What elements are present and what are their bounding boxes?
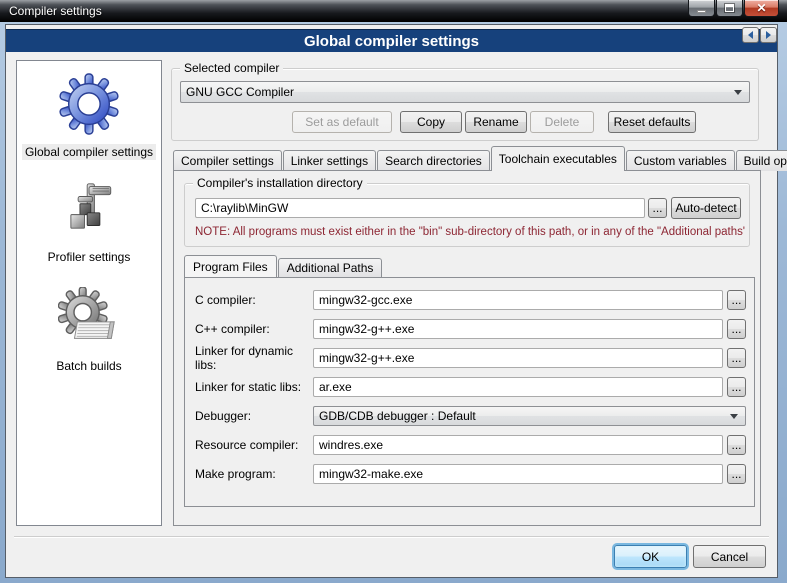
page-title-banner: Global compiler settings: [6, 29, 777, 52]
tab-toolchain-executables[interactable]: Toolchain executables: [491, 146, 625, 171]
compiler-select-value: GNU GCC Compiler: [186, 85, 294, 99]
field-row-resource-compiler: Resource compiler: ...: [195, 435, 746, 455]
make-program-label: Make program:: [195, 467, 313, 481]
sidebar-item-batch-builds[interactable]: Batch builds: [53, 287, 124, 374]
footer-divider: [14, 536, 769, 538]
c-compiler-input[interactable]: [313, 290, 723, 310]
make-program-input[interactable]: [313, 464, 723, 484]
c-compiler-label: C compiler:: [195, 293, 313, 307]
titlebar[interactable]: Compiler settings ✕: [0, 0, 787, 22]
field-row-make-program: Make program: ...: [195, 464, 746, 484]
installation-directory-note: NOTE: All programs must exist either in …: [195, 226, 745, 238]
tab-custom-variables[interactable]: Custom variables: [626, 150, 735, 171]
installation-directory-group: Compiler's installation directory ... Au…: [184, 183, 750, 247]
rename-button[interactable]: Rename: [465, 111, 527, 133]
field-row-c-compiler: C compiler: ...: [195, 290, 746, 310]
minimize-button[interactable]: [688, 0, 715, 17]
installation-directory-browse-button[interactable]: ...: [648, 198, 667, 218]
installation-directory-input[interactable]: [195, 198, 645, 218]
window-title: Compiler settings: [0, 4, 102, 18]
batch-builds-icon: [58, 287, 120, 349]
cpp-compiler-browse-button[interactable]: ...: [727, 319, 746, 339]
field-row-dynamic-linker: Linker for dynamic libs: ...: [195, 348, 746, 368]
auto-detect-button[interactable]: Auto-detect: [671, 197, 741, 219]
dynamic-linker-label: Linker for dynamic libs:: [195, 344, 313, 372]
set-as-default-button[interactable]: Set as default: [292, 111, 392, 133]
cpp-compiler-input[interactable]: [313, 319, 723, 339]
tab-scroll-left-button[interactable]: [742, 27, 759, 43]
copy-button[interactable]: Copy: [400, 111, 462, 133]
arrow-left-icon: [748, 31, 753, 39]
program-files-panel: C compiler: ... C++ compiler: ... Linker…: [184, 277, 755, 507]
caliper-icon: [60, 182, 118, 240]
restore-icon: [725, 4, 734, 12]
tab-compiler-settings[interactable]: Compiler settings: [173, 150, 282, 171]
debugger-select-value: GDB/CDB debugger : Default: [319, 409, 476, 423]
page-title: Global compiler settings: [304, 33, 479, 50]
static-linker-browse-button[interactable]: ...: [727, 377, 746, 397]
close-icon: ✕: [756, 1, 766, 15]
sidebar-item-label: Batch builds: [53, 358, 124, 374]
settings-tabs: Compiler settings Linker settings Search…: [173, 145, 787, 171]
close-button[interactable]: ✕: [744, 0, 779, 17]
reset-defaults-button[interactable]: Reset defaults: [608, 111, 696, 133]
chevron-down-icon: [734, 90, 742, 95]
make-program-browse-button[interactable]: ...: [727, 464, 746, 484]
c-compiler-browse-button[interactable]: ...: [727, 290, 746, 310]
toolchain-executables-panel: Compiler's installation directory ... Au…: [173, 170, 761, 526]
tab-additional-paths[interactable]: Additional Paths: [278, 258, 383, 277]
field-row-debugger: Debugger: GDB/CDB debugger : Default: [195, 406, 746, 426]
resource-compiler-browse-button[interactable]: ...: [727, 435, 746, 455]
chevron-down-icon: [730, 414, 738, 419]
tab-program-files[interactable]: Program Files: [184, 255, 277, 277]
window-controls: ✕: [688, 0, 779, 17]
static-linker-label: Linker for static libs:: [195, 380, 313, 394]
dynamic-linker-browse-button[interactable]: ...: [727, 348, 746, 368]
field-row-static-linker: Linker for static libs: ...: [195, 377, 746, 397]
compiler-select[interactable]: GNU GCC Compiler: [180, 81, 750, 103]
program-tabs: Program Files Additional Paths: [184, 255, 383, 277]
tab-build-options[interactable]: Build options: [736, 150, 787, 171]
resource-compiler-input[interactable]: [313, 435, 723, 455]
static-linker-input[interactable]: [313, 377, 723, 397]
compiler-settings-window: Compiler settings ✕ Global compiler sett…: [0, 0, 787, 583]
tab-linker-settings[interactable]: Linker settings: [283, 150, 376, 171]
delete-button[interactable]: Delete: [530, 111, 594, 133]
debugger-label: Debugger:: [195, 409, 313, 423]
settings-category-list: Global compiler settings: [16, 60, 162, 526]
sidebar-item-label: Global compiler settings: [22, 144, 156, 160]
selected-compiler-group-label: Selected compiler: [180, 61, 283, 75]
dialog-client-area: Global compiler settings: [5, 24, 778, 578]
debugger-select[interactable]: GDB/CDB debugger : Default: [313, 406, 746, 426]
cancel-button[interactable]: Cancel: [693, 545, 766, 568]
field-row-cpp-compiler: C++ compiler: ...: [195, 319, 746, 339]
sidebar-item-global-compiler-settings[interactable]: Global compiler settings: [22, 73, 156, 160]
installation-directory-group-label: Compiler's installation directory: [193, 176, 367, 190]
minimize-icon: [697, 10, 706, 13]
arrow-right-icon: [766, 31, 771, 39]
selected-compiler-group: Selected compiler GNU GCC Compiler Set a…: [171, 68, 759, 141]
dynamic-linker-input[interactable]: [313, 348, 723, 368]
sidebar-item-profiler-settings[interactable]: Profiler settings: [45, 182, 134, 265]
sidebar-item-label: Profiler settings: [45, 249, 134, 265]
cpp-compiler-label: C++ compiler:: [195, 322, 313, 336]
tab-scroll-right-button[interactable]: [760, 27, 777, 43]
restore-button[interactable]: [716, 0, 743, 17]
ok-button[interactable]: OK: [614, 545, 687, 568]
resource-compiler-label: Resource compiler:: [195, 438, 313, 452]
blue-gear-icon: [58, 73, 120, 135]
tab-search-directories[interactable]: Search directories: [377, 150, 490, 171]
